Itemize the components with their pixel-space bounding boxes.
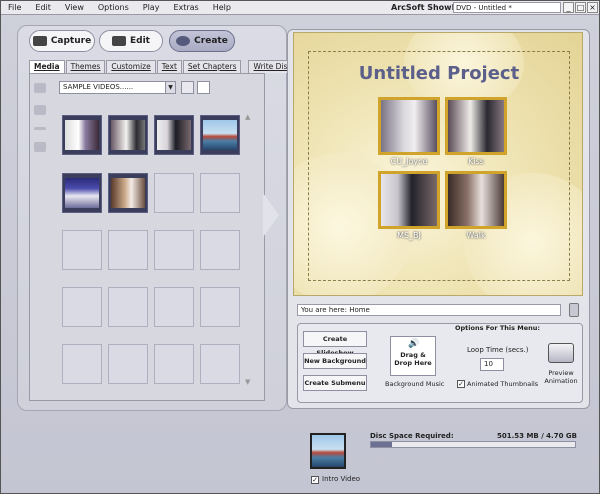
media-side-toolbar [34, 83, 50, 164]
folder-icon[interactable] [34, 83, 46, 93]
create-label: Create [194, 36, 228, 46]
project-title[interactable]: Untitled Project [294, 63, 582, 84]
animated-thumbnails-label: Animated Thumbnails [467, 380, 539, 388]
intro-video-checkbox[interactable]: ✓ [311, 476, 319, 484]
loop-time-value: 10 [484, 360, 493, 368]
film-edit-icon [112, 36, 126, 46]
options-heading: Options For This Menu: [455, 324, 541, 332]
tab-media[interactable]: Media [29, 60, 65, 73]
separator-icon [34, 127, 46, 130]
media-thumbnail[interactable] [108, 173, 148, 213]
maximize-button[interactable]: □ [575, 2, 586, 13]
media-thumbnail[interactable] [108, 115, 148, 155]
disc-space-label: Disc Space Required: [370, 432, 454, 440]
empty-media-slot [154, 230, 194, 270]
empty-media-slot [200, 287, 240, 327]
chapter-label: Walk [466, 231, 486, 240]
create-submenu-button[interactable]: Create Submenu [303, 375, 367, 391]
disc-space-bar [370, 441, 576, 448]
intro-video-image [312, 435, 344, 467]
capture-button[interactable]: Capture [29, 30, 95, 52]
media-thumbnail[interactable] [200, 115, 240, 155]
intro-video-thumbnail[interactable] [310, 433, 346, 469]
loop-time-stepper[interactable]: 10 [480, 358, 504, 371]
trash-icon[interactable] [569, 303, 579, 317]
empty-media-slot [154, 287, 194, 327]
media-source-value: SAMPLE VIDEOS...... [63, 83, 134, 91]
empty-media-slot [108, 287, 148, 327]
menu-options[interactable]: Options [91, 3, 136, 12]
menu-edit[interactable]: Edit [28, 3, 58, 12]
large-grid-view-button[interactable] [181, 81, 194, 94]
preview-animation-button[interactable] [548, 343, 574, 363]
create-button[interactable]: Create [169, 30, 235, 52]
delete-icon[interactable] [34, 142, 46, 152]
edit-label: Edit [130, 36, 150, 46]
chapter-label: MS_BJ [397, 231, 421, 240]
tab-bar: Media Themes Customize Text Set Chapters… [29, 60, 298, 73]
small-grid-view-button[interactable] [197, 81, 210, 94]
tab-customize[interactable]: Customize [106, 60, 156, 73]
disc-space-fill [371, 442, 393, 447]
empty-media-slot [108, 344, 148, 384]
app-window: File Edit View Options Play Extras Help … [0, 0, 600, 494]
media-source-select[interactable]: SAMPLE VIDEOS...... ▼ [59, 81, 176, 94]
intro-video-label: Intro Video [322, 475, 361, 483]
menu-preview: Untitled Project CU_Joyce Kiss MS_BJ Wal… [293, 32, 583, 296]
breadcrumb: You are here: Home [297, 304, 561, 316]
empty-media-slot [200, 173, 240, 213]
scroll-down-icon[interactable]: ▼ [245, 378, 250, 386]
empty-media-slot [62, 287, 102, 327]
empty-media-slot [62, 344, 102, 384]
safe-area-frame [308, 51, 570, 281]
chapter-thumbnail[interactable] [445, 171, 507, 229]
drag-drop-label: Drag & Drop Here [394, 351, 432, 367]
capture-label: Capture [50, 36, 92, 46]
menu-help[interactable]: Help [206, 3, 238, 12]
close-button[interactable]: × [587, 2, 598, 13]
minimize-button[interactable]: _ [563, 2, 574, 13]
preview-animation-label: Preview Animation [544, 369, 578, 385]
empty-media-slot [154, 344, 194, 384]
empty-media-slot [62, 230, 102, 270]
import-icon[interactable] [34, 105, 46, 115]
menu-view[interactable]: View [58, 3, 91, 12]
disc-icon [176, 36, 191, 46]
document-title: DVD - Untitled * [453, 2, 561, 13]
scroll-up-icon[interactable]: ▲ [245, 113, 250, 121]
chapter-label: CU_Joyce [390, 157, 428, 166]
animated-thumbnails-checkbox[interactable]: ✓ [457, 380, 465, 388]
background-music-label: Background Music [385, 380, 445, 388]
disc-space-value: 501.53 MB / 4.70 GB [497, 432, 577, 440]
new-background-button[interactable]: New Background [303, 353, 367, 369]
create-slideshow-button[interactable]: Create Slideshow [303, 331, 367, 357]
camera-icon [32, 36, 47, 46]
tab-text[interactable]: Text [156, 60, 182, 73]
menu-file[interactable]: File [1, 3, 28, 12]
chapter-thumbnail[interactable] [378, 171, 440, 229]
tab-themes[interactable]: Themes [65, 60, 106, 73]
empty-media-slot [154, 173, 194, 213]
chapter-thumbnail[interactable] [378, 97, 440, 155]
empty-media-slot [108, 230, 148, 270]
speaker-icon: 🔊 [408, 339, 420, 349]
edit-button[interactable]: Edit [99, 30, 163, 52]
empty-media-slot [200, 344, 240, 384]
chevron-down-icon[interactable]: ▼ [165, 82, 175, 93]
media-thumbnail[interactable] [62, 173, 102, 213]
chapter-thumbnail[interactable] [445, 97, 507, 155]
panel-arrow-icon [263, 193, 279, 237]
empty-media-slot [200, 230, 240, 270]
menu-extras[interactable]: Extras [166, 3, 205, 12]
tab-set-chapters[interactable]: Set Chapters [182, 60, 242, 73]
media-thumbnail[interactable] [154, 115, 194, 155]
menu-play[interactable]: Play [136, 3, 167, 12]
media-thumbnail[interactable] [62, 115, 102, 155]
loop-time-label: Loop Time (secs.) [467, 346, 529, 354]
chapter-label: Kiss [468, 157, 484, 166]
